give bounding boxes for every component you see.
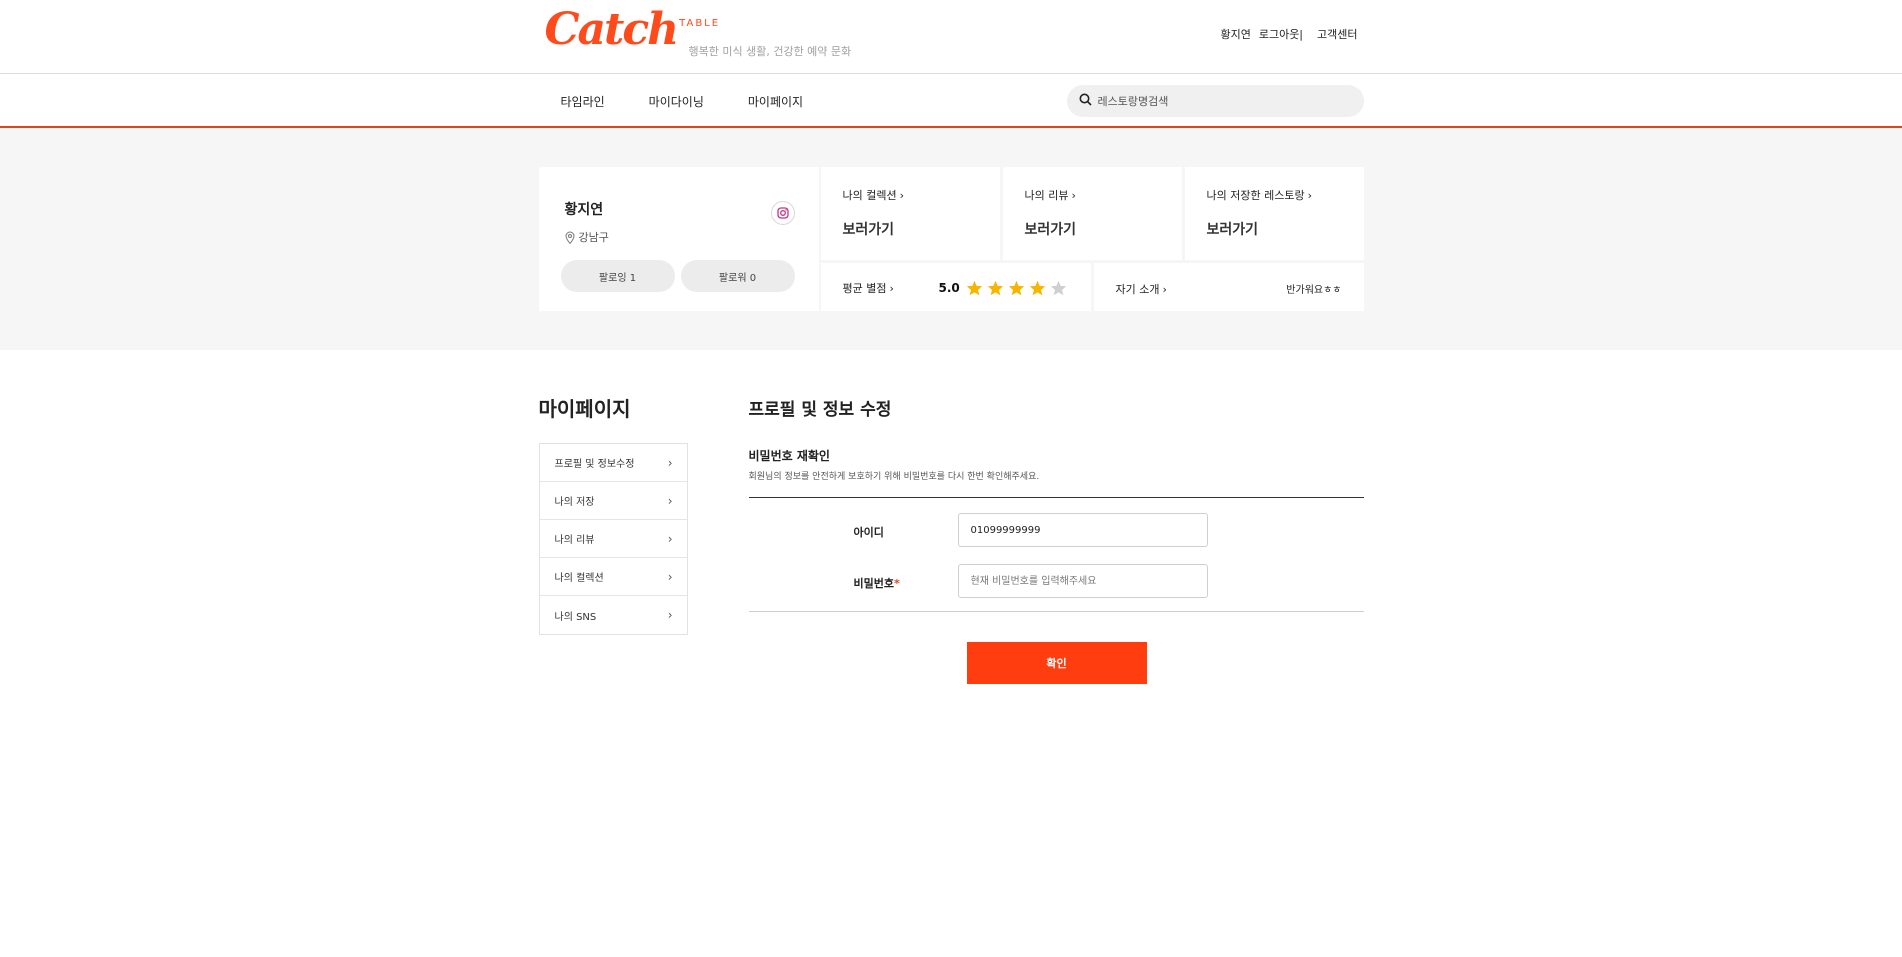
password-label: 비밀번호*	[854, 575, 900, 591]
chevron-right-icon: ›	[899, 188, 905, 202]
sidebar-item-label: 프로필 및 정보수정	[554, 459, 635, 470]
search-bar[interactable]	[1066, 85, 1364, 117]
main-nav: 타임라인 마이다이닝 마이페이지	[0, 74, 1902, 128]
required-mark: *	[893, 577, 900, 590]
top-header: Catch TABLE 행복한 미식 생활, 건강한 예약 문화 황지연 로그아…	[0, 0, 1902, 74]
sidebar-item-sns[interactable]: 나의 SNS ›	[540, 596, 687, 634]
collection-view-link[interactable]: 보러가기	[843, 219, 895, 239]
chevron-right-icon: ›	[1307, 188, 1312, 202]
star-filled-icon	[1008, 280, 1024, 296]
password-label-text: 비밀번호	[853, 577, 894, 590]
profile-name: 황지연	[564, 202, 604, 218]
sidebar-item-saved[interactable]: 나의 저장 ›	[539, 482, 687, 520]
rating-cell[interactable]: 평균 별점 › 5.0	[820, 263, 1091, 311]
review-view-link[interactable]: 보러가기	[1025, 219, 1077, 239]
following-button[interactable]: 팔로잉 1	[560, 260, 675, 292]
chevron-right-icon: ›	[667, 531, 673, 546]
profile-location: 강남구	[564, 229, 609, 245]
chevron-right-icon: ›	[1071, 188, 1076, 202]
sidebar-item-label: 나의 SNS	[554, 611, 597, 623]
saved-restaurants-view-link[interactable]: 보러가기	[1207, 219, 1259, 239]
chevron-right-icon: ›	[667, 569, 673, 584]
chevron-right-icon: ›	[1162, 282, 1167, 296]
chevron-right-icon: ›	[667, 455, 673, 470]
intro-label: 자기 소개	[1115, 283, 1160, 296]
star-filled-icon	[966, 280, 982, 296]
chevron-right-icon: ›	[667, 493, 673, 508]
followers-button[interactable]: 팔로워 0	[680, 260, 795, 292]
star-filled-icon	[987, 280, 1003, 296]
sidebar-menu: 프로필 및 정보수정 › 나의 저장 › 나의 리뷰 › 나의 컬렉션 › 나의 SNS…	[538, 443, 688, 635]
chevron-right-icon: ›	[889, 281, 894, 295]
nav-item-timeline[interactable]: 타임라인	[561, 93, 605, 110]
intro-cell[interactable]: 자기 소개 › 반가워요ㅎㅎ	[1093, 263, 1364, 311]
profile-card: 황지연 강남구 팔로잉 1 팔로워 0	[538, 167, 819, 311]
page-title: 프로필 및 정보 수정	[748, 400, 892, 420]
search-input[interactable]	[1097, 94, 1338, 108]
tagline: 행복한 미식 생활, 건강한 예약 문화	[688, 45, 852, 58]
id-label: 아이디	[853, 526, 884, 539]
search-icon[interactable]	[1079, 93, 1092, 109]
sidebar-item-label: 나의 리뷰	[554, 535, 595, 546]
nav-item-mydining[interactable]: 마이다이닝	[649, 93, 704, 110]
chevron-right-icon: ›	[667, 608, 673, 622]
rating-value: 5.0	[938, 281, 960, 295]
section-title: 비밀번호 재확인	[748, 449, 830, 463]
review-cell[interactable]: 나의 리뷰 › 보러가기	[1002, 167, 1182, 260]
sidebar-item-label: 나의 컬렉션	[554, 573, 604, 584]
sidebar-item-label: 나의 저장	[554, 497, 595, 508]
user-name-link[interactable]: 황지연	[1220, 26, 1250, 42]
sidebar-item-collection[interactable]: 나의 컬렉션 ›	[539, 558, 687, 596]
intro-text: 반가워요ㅎㅎ	[1286, 285, 1342, 296]
sidebar-item-reviews[interactable]: 나의 리뷰 ›	[539, 520, 687, 558]
review-title: 나의 리뷰	[1024, 189, 1069, 202]
sidebar-item-profile-edit[interactable]: 프로필 및 정보수정 ›	[539, 444, 687, 482]
help-center-link[interactable]: 고객센터	[1317, 26, 1357, 42]
id-field[interactable]	[957, 513, 1208, 547]
collection-cell[interactable]: 나의 컬렉션 › 보러가기	[820, 167, 1000, 260]
profile-band: 황지연 강남구 팔로잉 1 팔로워 0 나의 컬렉션 › 보러가기 나의 리뷰 › …	[0, 128, 1902, 350]
star-filled-icon	[1029, 280, 1045, 296]
utility-links: 황지연 로그아웃| 고객센터	[1220, 26, 1357, 42]
instagram-icon[interactable]	[770, 201, 795, 225]
nav-item-mypage[interactable]: 마이페이지	[748, 93, 803, 110]
password-field[interactable]	[957, 564, 1208, 598]
rating-stars	[966, 280, 1071, 296]
logout-link[interactable]: 로그아웃|	[1259, 26, 1303, 42]
star-empty-icon	[1050, 280, 1066, 296]
main-content: 마이페이지 프로필 및 정보수정 › 나의 저장 › 나의 리뷰 › 나의 컬렉션 › …	[0, 350, 1902, 890]
profile-location-text: 강남구	[578, 231, 609, 244]
section-description: 회원님의 정보를 안전하게 보호하기 위해 비밀번호를 다시 한번 확인해주세요…	[748, 472, 1040, 482]
location-pin-icon	[564, 231, 575, 244]
rating-label: 평균 별점	[842, 282, 887, 295]
saved-restaurants-cell[interactable]: 나의 저장한 레스토랑 › 보러가기	[1184, 167, 1364, 260]
logo-table-text: TABLE	[679, 18, 721, 29]
divider	[748, 611, 1364, 612]
sidebar-title: 마이페이지	[538, 397, 631, 421]
collection-title: 나의 컬렉션	[842, 189, 897, 202]
confirm-button[interactable]: 확인	[966, 642, 1147, 684]
divider	[748, 497, 1364, 498]
logo-catch-text: Catch	[544, 4, 680, 55]
saved-restaurants-title: 나의 저장한 레스토랑	[1206, 189, 1305, 202]
